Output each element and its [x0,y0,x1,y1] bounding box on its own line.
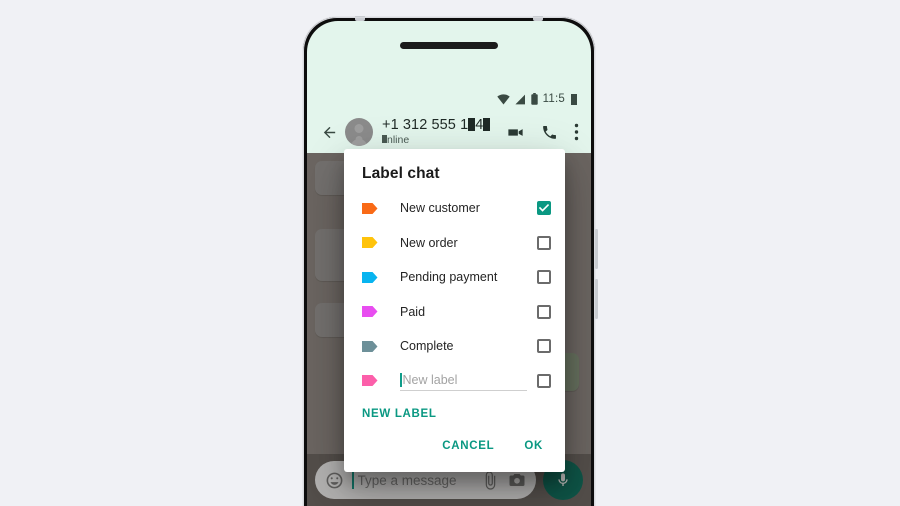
cellular-signal-icon [515,94,525,104]
label-checkbox[interactable] [537,339,551,354]
label-name: Paid [400,304,426,319]
phone-device: 11:5 +1 312 555 1 4 nline Type a message … [303,16,598,506]
dialog-actions: CANCEL OK [344,426,565,468]
label-row[interactable]: Paid [344,295,565,330]
label-tag-icon [362,340,378,352]
new-label-row[interactable]: New label [344,364,565,399]
chat-header: +1 312 555 1 4 nline [307,111,591,153]
new-label-button[interactable]: NEW LABEL [344,398,565,426]
label-checkbox[interactable] [537,304,551,319]
video-call-icon[interactable] [506,123,525,142]
label-tag-icon [362,271,378,283]
wifi-icon [496,93,510,104]
overflow-menu-icon[interactable] [574,123,579,141]
new-label-placeholder: New label [402,373,458,388]
new-label-input[interactable]: New label [400,371,527,391]
label-tag-icon [362,202,378,214]
emoji-smiley-icon[interactable] [325,471,344,490]
paperclip-icon[interactable] [481,470,500,490]
voice-call-icon[interactable] [541,124,558,141]
volume-up-button[interactable] [595,229,598,269]
chat-header-text: +1 312 555 1 4 nline [382,117,506,147]
cancel-button[interactable]: CANCEL [434,434,502,458]
battery-icon [530,93,538,105]
camera-icon[interactable] [508,471,526,489]
label-chat-dialog: Label chat New customer New order Pendin… [344,149,565,472]
label-name: New customer [400,201,480,216]
contact-name-text: +1 312 555 1 [382,117,469,133]
contact-name: +1 312 555 1 4 [382,117,506,134]
label-row[interactable]: Complete [344,329,565,364]
status-bar: 11:5 [496,93,577,105]
label-row[interactable]: New order [344,226,565,261]
chat-header-actions [506,123,579,142]
label-checkbox[interactable] [537,270,551,285]
contact-presence: nline [382,134,506,147]
status-bar-time: 11:5 [542,93,565,105]
label-tag-icon [362,375,378,387]
presence-text: nline [387,134,410,146]
text-caret [400,373,402,388]
dialog-title: Label chat [362,165,440,182]
status-bar-time-redaction [571,93,577,105]
label-tag-icon [362,237,378,249]
microphone-icon [558,473,568,486]
phone-screen: 11:5 +1 312 555 1 4 nline Type a message … [307,21,591,506]
label-name: Pending payment [400,270,498,285]
back-arrow-icon[interactable] [321,124,338,141]
label-checkbox[interactable] [537,201,551,216]
page-background: 11:5 +1 312 555 1 4 nline Type a message … [0,0,900,506]
earpiece-speaker [400,42,498,49]
message-input-placeholder: Type a message [357,472,457,488]
ok-button[interactable]: OK [516,434,551,458]
new-label-checkbox[interactable] [537,373,551,388]
contact-name-suffix: 4 [475,117,484,133]
label-name: New order [400,235,458,250]
volume-down-button[interactable] [595,279,598,319]
label-tag-icon [362,306,378,318]
label-checkbox[interactable] [537,235,551,250]
contact-name-redaction-2 [483,118,491,131]
label-row[interactable]: New customer [344,191,565,226]
label-name: Complete [400,339,454,354]
message-input-caret [352,471,354,489]
label-row[interactable]: Pending payment [344,260,565,295]
contact-avatar[interactable] [345,118,373,146]
